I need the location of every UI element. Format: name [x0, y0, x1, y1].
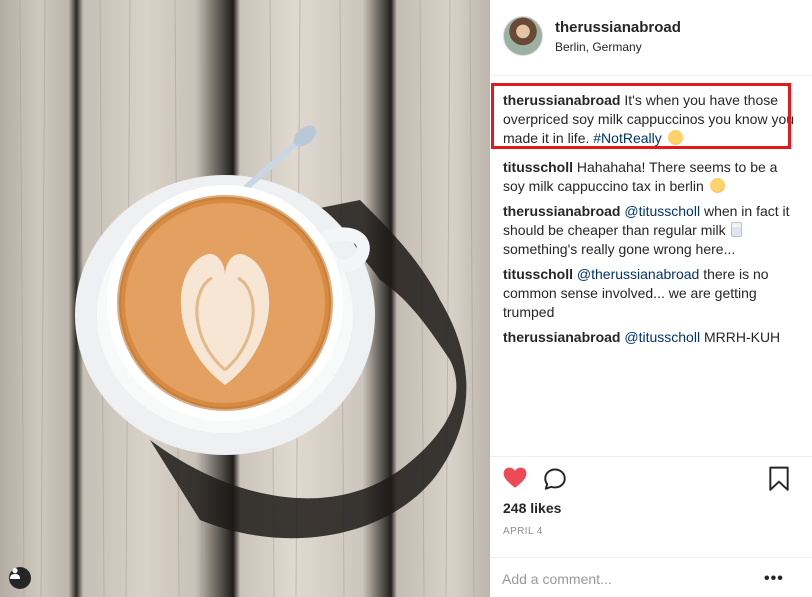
- more-options-icon[interactable]: •••: [764, 570, 786, 587]
- mention-link[interactable]: @therussianabroad: [577, 266, 699, 282]
- post-date[interactable]: APRIL 4: [503, 526, 543, 537]
- header-username[interactable]: therussianabroad: [555, 19, 681, 36]
- comment-text-continued: something's really gone wrong here...: [503, 241, 736, 257]
- comment-item: therussianabroad @titusscholl MRRH-KUH: [503, 328, 799, 347]
- comment-username[interactable]: therussianabroad: [503, 329, 620, 345]
- bookmark-icon[interactable]: [768, 466, 790, 492]
- comment-item: titusscholl @therussianabroad there is n…: [503, 265, 799, 322]
- post-actions: 248 likes APRIL 4 •••: [490, 456, 812, 597]
- comment-text: MRRH-KUH: [700, 329, 781, 345]
- mention-link[interactable]: @titusscholl: [624, 329, 700, 345]
- coffee-cup-image: [19, 0, 475, 597]
- comment-icon[interactable]: [542, 466, 568, 492]
- comment-username[interactable]: therussianabroad: [503, 203, 620, 219]
- likes-count[interactable]: 248 likes: [503, 500, 561, 516]
- profile-avatar[interactable]: [503, 16, 543, 56]
- mention-link[interactable]: @titusscholl: [624, 203, 700, 219]
- header-location[interactable]: Berlin, Germany: [555, 40, 642, 54]
- add-comment-bar: •••: [490, 557, 812, 597]
- comment-username[interactable]: titusscholl: [503, 159, 573, 175]
- flushed-face-emoji: [709, 178, 725, 193]
- post-photo[interactable]: [0, 0, 490, 597]
- comment-item: titusscholl Hahahaha! There seems to be …: [503, 158, 799, 196]
- post-header: therussianabroad Berlin, Germany: [490, 0, 812, 76]
- add-comment-input[interactable]: [502, 567, 742, 591]
- comment-username[interactable]: titusscholl: [503, 266, 573, 282]
- heart-icon[interactable]: [502, 465, 528, 491]
- comment-item: therussianabroad @titusscholl when in fa…: [503, 202, 799, 259]
- user-tag-icon[interactable]: [9, 567, 31, 589]
- milk-glass-emoji: [731, 222, 743, 237]
- caption-highlight-box: [491, 83, 791, 149]
